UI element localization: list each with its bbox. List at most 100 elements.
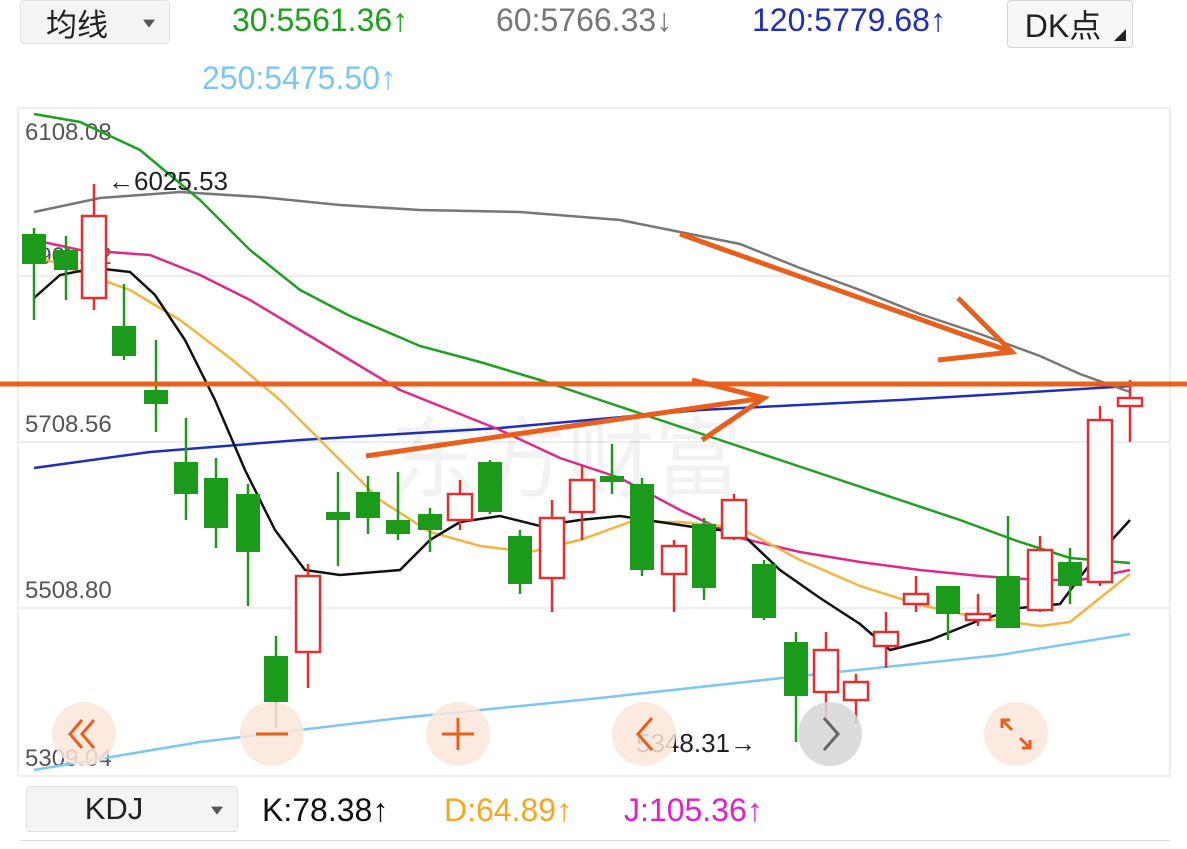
candle-body bbox=[1086, 418, 1114, 584]
candlestick-chart[interactable]: 东方财富 6108.08 5908.32 5708.56 5508.80 530… bbox=[0, 100, 1187, 780]
candlestick bbox=[236, 484, 260, 606]
candle-body bbox=[630, 484, 654, 570]
candlestick bbox=[692, 518, 716, 600]
candle-body bbox=[872, 630, 900, 648]
candlestick bbox=[720, 494, 748, 540]
candlestick bbox=[418, 508, 442, 552]
candle-body bbox=[538, 516, 566, 580]
candlestick bbox=[204, 458, 228, 548]
candle-body bbox=[144, 390, 168, 404]
kdj-k-arrow: ↑ bbox=[372, 792, 389, 828]
candle-body bbox=[660, 544, 688, 576]
indicator-select[interactable]: 均线 bbox=[20, 0, 170, 44]
candlestick bbox=[22, 228, 46, 320]
candle-body bbox=[1116, 396, 1144, 408]
candle-body bbox=[418, 514, 442, 530]
candlestick bbox=[996, 516, 1020, 628]
ma30-arrow: ↑ bbox=[392, 2, 409, 38]
y-axis-label: 6108.08 bbox=[25, 119, 112, 146]
annotation-down-arrow-line bbox=[679, 231, 1013, 355]
candle-body bbox=[936, 586, 960, 614]
chevron-down-icon bbox=[211, 806, 223, 815]
kdj-d-text: D:64.89 bbox=[444, 792, 557, 828]
candle-body bbox=[236, 494, 260, 552]
ma250-line bbox=[33, 632, 1131, 772]
ma60-value: 60:5766.33↓ bbox=[496, 0, 672, 40]
candle-body bbox=[508, 536, 532, 584]
candlestick bbox=[294, 564, 322, 688]
candlestick bbox=[1086, 406, 1114, 586]
candle-body bbox=[446, 492, 474, 522]
candlestick bbox=[478, 460, 502, 514]
candlestick bbox=[326, 472, 350, 566]
kdj-j-value: J:105.36↑ bbox=[624, 790, 763, 830]
candlestick bbox=[630, 478, 654, 576]
dk-point-button[interactable]: DK点 bbox=[1007, 0, 1133, 48]
candlestick bbox=[356, 476, 380, 534]
kdj-select-label: KDJ bbox=[84, 791, 144, 826]
candlestick bbox=[660, 540, 688, 612]
candle-body bbox=[22, 234, 46, 264]
candle-body bbox=[174, 462, 198, 494]
candle-body bbox=[842, 680, 870, 702]
zoom-out-button[interactable] bbox=[240, 702, 304, 766]
candlestick bbox=[1026, 536, 1054, 612]
rewind-button[interactable] bbox=[52, 702, 116, 766]
candlestick bbox=[538, 500, 566, 612]
ma250-value-text: 250:5475.50 bbox=[202, 60, 380, 96]
candle-body bbox=[478, 462, 502, 512]
candle-body bbox=[784, 642, 808, 696]
indicator-select-label: 均线 bbox=[46, 7, 108, 43]
chevron-down-icon bbox=[143, 19, 155, 28]
candle-body bbox=[720, 498, 748, 540]
kdj-j-text: J:105.36 bbox=[624, 792, 747, 828]
candle-body bbox=[1058, 562, 1082, 586]
kdj-j-arrow: ↑ bbox=[746, 792, 763, 828]
candlestick bbox=[752, 560, 776, 620]
candlestick bbox=[936, 586, 960, 640]
ma250-arrow: ↑ bbox=[379, 60, 396, 96]
candle-body bbox=[294, 574, 322, 654]
candle-body bbox=[112, 326, 136, 356]
ma120-arrow: ↑ bbox=[929, 2, 946, 38]
candle-body bbox=[386, 520, 410, 534]
candle-body bbox=[204, 478, 228, 528]
candle-body bbox=[264, 656, 288, 702]
candle-body bbox=[996, 576, 1020, 628]
candle-body bbox=[326, 512, 350, 520]
kdj-panel-top-border bbox=[20, 840, 1170, 841]
ma120-value-text: 120:5779.68 bbox=[752, 2, 930, 38]
y-axis-label: 5708.56 bbox=[25, 411, 112, 438]
candle-body bbox=[80, 214, 108, 300]
kdj-d-value: D:64.89↑ bbox=[444, 790, 572, 830]
candle-body bbox=[964, 612, 992, 622]
candle-body bbox=[812, 648, 840, 694]
y-axis-label: 5508.80 bbox=[25, 577, 112, 604]
candlestick bbox=[508, 530, 532, 594]
kdj-d-arrow: ↑ bbox=[556, 792, 573, 828]
candle-body bbox=[356, 492, 380, 518]
ma60-value-text: 60:5766.33 bbox=[496, 2, 657, 38]
ma60-arrow: ↓ bbox=[656, 2, 673, 38]
prev-button[interactable] bbox=[612, 702, 676, 766]
fullscreen-button[interactable] bbox=[984, 702, 1048, 766]
corner-triangle-icon bbox=[1114, 29, 1126, 41]
ma120-value: 120:5779.68↑ bbox=[752, 0, 946, 40]
high-price-marker: ←6025.53 bbox=[108, 166, 228, 196]
candle-body bbox=[1026, 548, 1054, 612]
zoom-in-button[interactable] bbox=[426, 702, 490, 766]
kdj-k-text: K:78.38 bbox=[262, 792, 373, 828]
ma250-value: 250:5475.50↑ bbox=[202, 58, 396, 98]
candle-body bbox=[692, 524, 716, 588]
candle-body bbox=[54, 250, 78, 270]
dk-point-label: DK点 bbox=[1024, 8, 1102, 44]
kdj-select[interactable]: KDJ bbox=[26, 786, 238, 832]
ma-toolbar: 均线 30:5561.36↑ 60:5766.33↓ 120:5779.68↑ … bbox=[0, 0, 1187, 100]
candlestick bbox=[964, 594, 992, 626]
candlestick bbox=[80, 184, 108, 310]
candlestick bbox=[174, 418, 198, 520]
candlestick bbox=[872, 612, 900, 668]
candle-body bbox=[902, 592, 930, 606]
next-button[interactable] bbox=[798, 702, 862, 766]
candle-body bbox=[600, 476, 624, 482]
